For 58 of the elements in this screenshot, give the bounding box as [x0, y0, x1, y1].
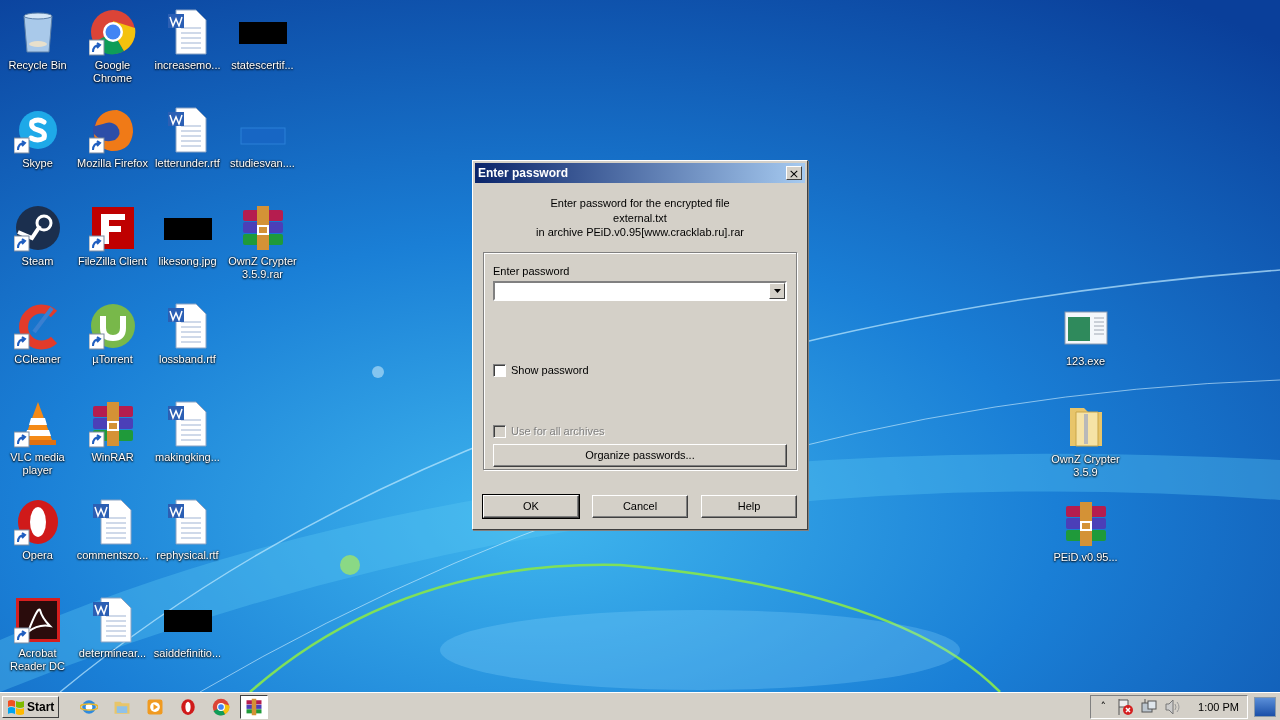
icon-label: FileZilla Client — [76, 255, 149, 268]
icon-label: Opera — [21, 549, 54, 562]
icon-label: likesong.jpg — [157, 255, 218, 268]
field-label: Enter password — [493, 264, 571, 277]
color-wheel-icon[interactable] — [88, 8, 137, 56]
checkbox-label: Show password — [511, 364, 589, 376]
round-badge-icon[interactable] — [88, 302, 137, 350]
icon-label: commentszo... — [75, 549, 150, 562]
icon-label: rephysical.rtf — [155, 549, 220, 562]
network-icon[interactable] — [1140, 697, 1159, 716]
show-hidden-icons-button[interactable]: ˄ — [1096, 700, 1111, 713]
icon-label: lossband.rtf — [158, 353, 217, 366]
message-text: Enter password for the encrypted file — [550, 197, 730, 211]
icon-label: Mozilla Firefox — [76, 157, 149, 170]
window-title: Enter password — [478, 166, 569, 180]
icon-label: studiesvan.... — [229, 157, 296, 170]
show-desktop-button[interactable] — [1254, 696, 1276, 717]
icon-label: saiddefinitio... — [152, 647, 223, 660]
icon-label: OwnZ Crypter 3.5.9 — [1050, 453, 1121, 479]
stamp-icon[interactable] — [88, 204, 137, 252]
icon-label: increasemo... — [153, 59, 222, 72]
flag-warning-icon[interactable] — [1116, 697, 1135, 716]
icon-label: makingking... — [154, 451, 221, 464]
speaker-icon[interactable] — [1164, 697, 1183, 716]
message-text: external.txt — [613, 211, 667, 225]
play-icon — [146, 697, 165, 716]
icon-label: letterunder.rtf — [154, 157, 221, 170]
icon-label: µTorrent — [91, 353, 134, 366]
clock[interactable]: 1:00 PM — [1198, 700, 1239, 713]
dialog-button[interactable]: OK — [483, 494, 579, 518]
icon-label: Skype — [21, 157, 54, 170]
start-button[interactable]: Start — [2, 695, 60, 718]
document-swirl-icon[interactable] — [13, 596, 62, 644]
close-button[interactable]: × — [786, 166, 802, 180]
icon-label: statescertif... — [230, 59, 295, 72]
dialog-button[interactable]: Help — [701, 494, 797, 518]
windows-flag-icon — [7, 698, 25, 715]
checkbox[interactable] — [493, 363, 506, 377]
icon-label: Google Chrome — [91, 59, 134, 85]
organize-passwords-button[interactable]: Organize passwords... — [493, 443, 787, 467]
icon-label: CCleaner — [13, 353, 62, 366]
icon-label: WinRAR — [90, 451, 135, 464]
icon-label: Steam — [20, 255, 55, 268]
message-text: in archive PEiD.v0.95[www.cracklab.ru].rar — [536, 226, 744, 240]
ring-icon — [179, 697, 198, 716]
icon-label: determinear... — [77, 647, 148, 660]
icon-label: Acrobat Reader DC — [9, 647, 66, 673]
taskbar-app-button[interactable] — [240, 694, 269, 719]
icon-label: PEiD.v0.95... — [1052, 551, 1119, 564]
password-field[interactable] — [493, 280, 787, 301]
icon-label: OwnZ Crypter 3.5.9.rar — [227, 255, 298, 281]
dialog-button[interactable]: Cancel — [592, 494, 688, 518]
icon-label: Recycle Bin — [7, 59, 68, 72]
color-wheel-icon — [212, 697, 231, 716]
icon-label: VLC media player — [9, 451, 66, 477]
icon-label: 123.exe — [1064, 355, 1107, 368]
checkbox-label: Use for all archives — [511, 425, 605, 437]
books-stack-icon — [245, 697, 264, 716]
